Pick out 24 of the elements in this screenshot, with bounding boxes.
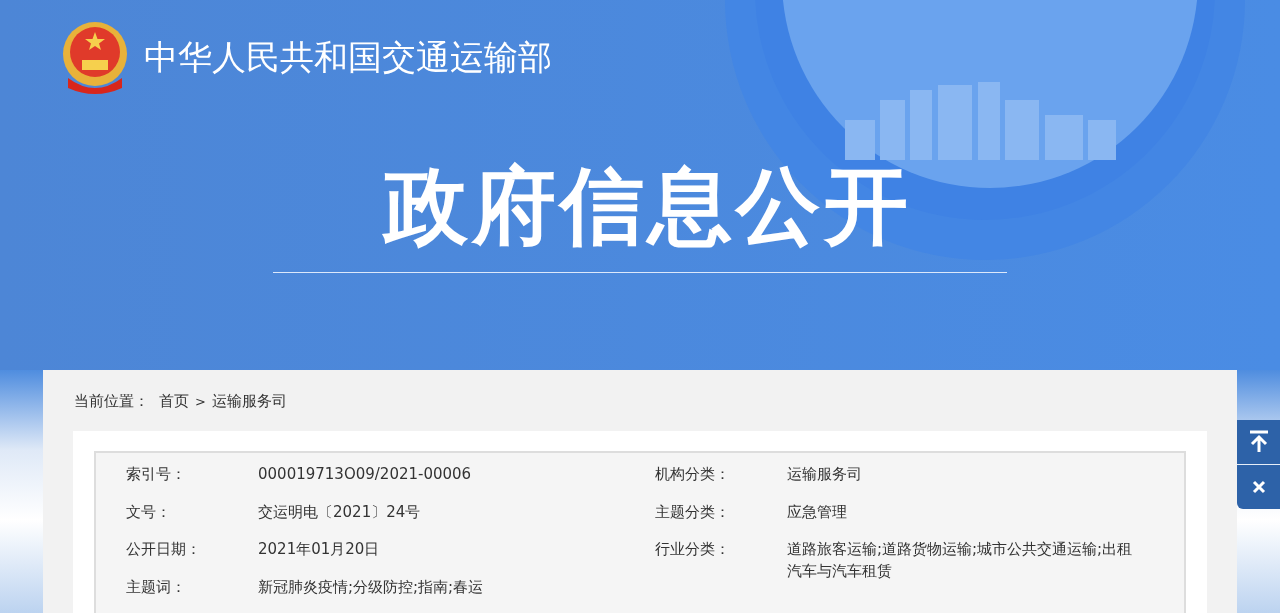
- breadcrumb-link[interactable]: 首页: [159, 392, 189, 411]
- breadcrumb-link[interactable]: 运输服务司: [211, 392, 287, 411]
- field-value: 000019713O09/2021-00006: [258, 464, 473, 485]
- field-value: 应急管理: [787, 501, 848, 523]
- close-button[interactable]: [1237, 465, 1280, 509]
- field-label: 主题词：: [126, 576, 187, 598]
- breadcrumb-label: 当前位置：: [74, 392, 149, 411]
- close-icon: [1251, 480, 1266, 494]
- back-to-top-button[interactable]: [1237, 420, 1280, 464]
- field-value: 2021年01月20日: [258, 539, 381, 560]
- page-title: 政府信息公开: [381, 164, 912, 248]
- field-value: 交运明电〔2021〕24号: [258, 501, 422, 523]
- back-to-top-icon: [1247, 430, 1270, 454]
- field-label: 索引号：: [126, 464, 187, 485]
- breadcrumb-separator: >: [195, 394, 206, 409]
- field-label: 主题分类：: [655, 501, 731, 523]
- field-value: 道路旅客运输;道路货物运输;城市公共交通运输;出租汽车与汽车租赁: [787, 539, 1134, 582]
- field-label: 公开日期：: [126, 539, 202, 560]
- field-label: 行业分类：: [655, 539, 731, 560]
- field-label: 文号：: [126, 501, 172, 523]
- ministry-name: 中华人民共和国交通运输部: [144, 36, 552, 79]
- field-value: 运输服务司: [787, 464, 863, 485]
- field-value: 新冠肺炎疫情;分级防控;指南;春运: [258, 576, 485, 598]
- field-label: 机构分类：: [655, 464, 731, 485]
